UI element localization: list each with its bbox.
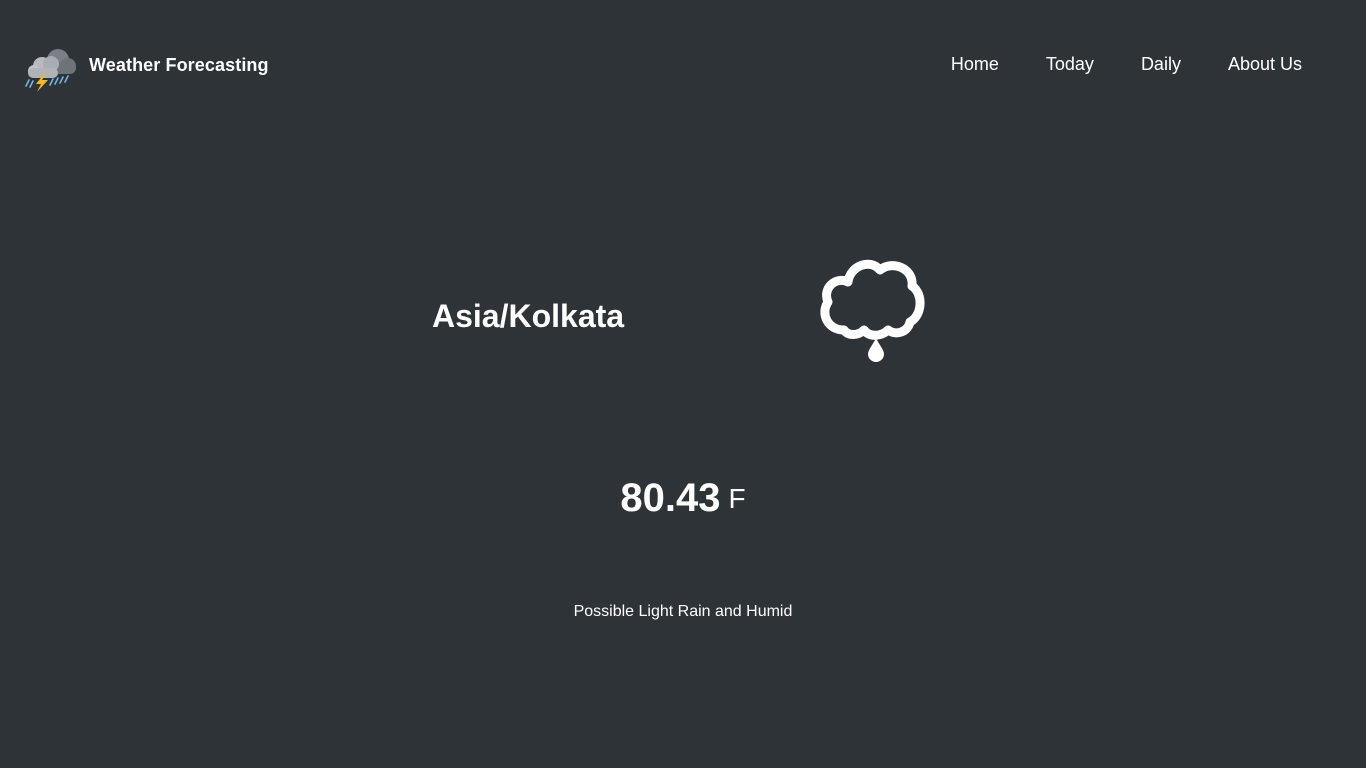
- nav-home[interactable]: Home: [951, 53, 999, 75]
- cloud-drizzle-icon: [820, 259, 925, 362]
- nav-daily[interactable]: Daily: [1141, 53, 1181, 75]
- temperature-unit: F: [728, 483, 746, 514]
- nav-about-us[interactable]: About Us: [1228, 53, 1302, 75]
- weather-summary: Possible Light Rain and Humid: [573, 603, 793, 620]
- app-root: Weather Forecasting Home Today Daily Abo…: [0, 0, 1366, 768]
- brand-title: Weather Forecasting: [89, 54, 269, 75]
- nav-today[interactable]: Today: [1046, 53, 1094, 75]
- timezone-label: Asia/Kolkata: [432, 298, 625, 334]
- brand-link[interactable]: Weather Forecasting: [24, 44, 269, 92]
- temperature-value: 80.43: [620, 476, 721, 520]
- temperature-row: 80.43 F: [0, 474, 1366, 531]
- main-nav: Home Today Daily About Us: [904, 53, 1302, 75]
- thunderstorm-rain-cloud-icon: [25, 49, 76, 92]
